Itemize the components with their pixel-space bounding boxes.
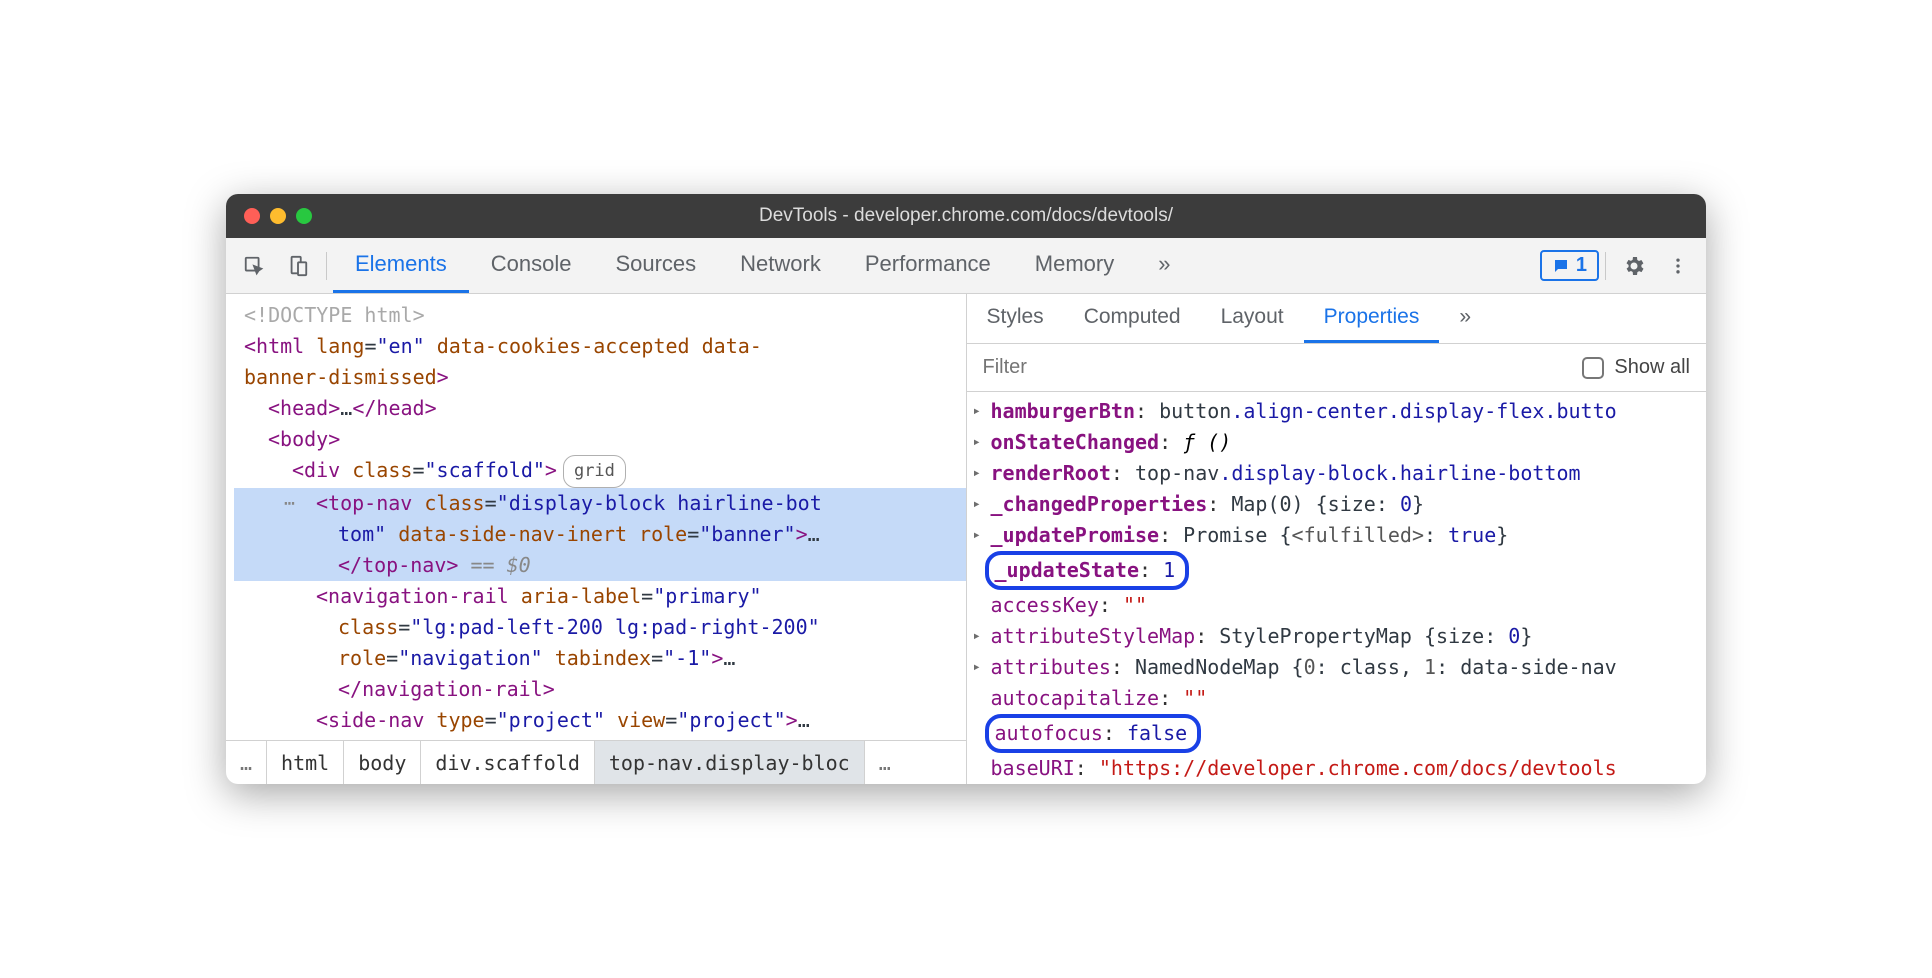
elements-panel: <!DOCTYPE html> <html lang="en" data-coo… <box>226 294 967 784</box>
prop-attributes[interactable]: attributes: NamedNodeMap {0: class, 1: d… <box>973 652 1707 683</box>
toolbar-divider <box>1605 252 1606 280</box>
prop-on-state-changed[interactable]: onStateChanged: ƒ () <box>973 427 1707 458</box>
tab-layout[interactable]: Layout <box>1201 294 1304 343</box>
toolbar-divider <box>326 252 327 280</box>
tab-elements[interactable]: Elements <box>333 238 469 293</box>
tab-performance[interactable]: Performance <box>843 238 1013 293</box>
prop-changed-properties[interactable]: _changedProperties: Map(0) {size: 0} <box>973 489 1707 520</box>
breadcrumb-body[interactable]: body <box>343 741 420 784</box>
inspect-element-icon[interactable] <box>232 255 276 277</box>
body-node[interactable]: <body> <box>234 424 966 455</box>
prop-base-uri[interactable]: baseURI: "https://developer.chrome.com/d… <box>973 753 1707 784</box>
prop-update-state[interactable]: _updateState: 1 <box>973 551 1707 590</box>
issues-badge[interactable]: 1 <box>1540 250 1599 281</box>
main-tabs: Elements Console Sources Network Perform… <box>333 238 1193 293</box>
div-scaffold-node[interactable]: <div class="scaffold">grid <box>234 455 966 488</box>
main-panels: <!DOCTYPE html> <html lang="en" data-coo… <box>226 294 1706 784</box>
main-toolbar: Elements Console Sources Network Perform… <box>226 238 1706 294</box>
tabs-overflow-icon[interactable]: » <box>1136 238 1192 293</box>
ellipsis-icon[interactable]: ⋯ <box>284 488 296 519</box>
prop-hamburger-btn[interactable]: hamburgerBtn: button.align-center.displa… <box>973 396 1707 427</box>
filter-bar: Show all <box>967 344 1707 392</box>
breadcrumb-div-scaffold[interactable]: div.scaffold <box>420 741 594 784</box>
show-all-label: Show all <box>1614 356 1690 379</box>
prop-attribute-style-map[interactable]: attributeStyleMap: StylePropertyMap {siz… <box>973 621 1707 652</box>
sidebar-panel: Styles Computed Layout Properties » Show… <box>967 294 1707 784</box>
html-open-tag[interactable]: <html lang="en" data-cookies-accepted da… <box>234 331 966 393</box>
more-menu-icon[interactable] <box>1656 256 1700 276</box>
top-nav-node[interactable]: ⋯<top-nav class="display-block hairline-… <box>234 488 966 581</box>
tab-styles[interactable]: Styles <box>967 294 1064 343</box>
properties-list[interactable]: hamburgerBtn: button.align-center.displa… <box>967 392 1707 784</box>
grid-badge[interactable]: grid <box>563 455 626 488</box>
breadcrumb-bar: … html body div.scaffold top-nav.display… <box>226 740 966 784</box>
dom-tree[interactable]: <!DOCTYPE html> <html lang="en" data-coo… <box>226 294 966 740</box>
titlebar: DevTools - developer.chrome.com/docs/dev… <box>226 194 1706 238</box>
doctype-node[interactable]: <!DOCTYPE html> <box>234 300 966 331</box>
window-title: DevTools - developer.chrome.com/docs/dev… <box>226 205 1706 227</box>
navigation-rail-node[interactable]: <navigation-rail aria-label="primary" cl… <box>234 581 966 705</box>
tab-sources[interactable]: Sources <box>593 238 718 293</box>
settings-gear-icon[interactable] <box>1612 254 1656 278</box>
devtools-window: DevTools - developer.chrome.com/docs/dev… <box>226 194 1706 784</box>
breadcrumb-overflow-right[interactable]: … <box>864 741 905 784</box>
filter-input[interactable] <box>983 356 1569 379</box>
issue-icon <box>1552 257 1570 275</box>
tab-properties[interactable]: Properties <box>1304 294 1440 343</box>
prop-autocapitalize[interactable]: autocapitalize: "" <box>973 683 1707 714</box>
breadcrumb-top-nav[interactable]: top-nav.display-bloc <box>594 741 864 784</box>
show-all-toggle[interactable]: Show all <box>1582 356 1690 379</box>
sidebar-tabs: Styles Computed Layout Properties » <box>967 294 1707 344</box>
issues-count: 1 <box>1576 254 1587 277</box>
breadcrumb-html[interactable]: html <box>266 741 343 784</box>
head-node[interactable]: <head>…</head> <box>234 393 966 424</box>
prop-autofocus[interactable]: autofocus: false <box>973 714 1707 753</box>
prop-render-root[interactable]: renderRoot: top-nav.display-block.hairli… <box>973 458 1707 489</box>
prop-access-key[interactable]: accessKey: "" <box>973 590 1707 621</box>
prop-update-promise[interactable]: _updatePromise: Promise {<fulfilled>: tr… <box>973 520 1707 551</box>
side-nav-node[interactable]: <side-nav type="project" view="project">… <box>234 705 966 736</box>
tab-computed[interactable]: Computed <box>1064 294 1201 343</box>
breadcrumb-overflow-left[interactable]: … <box>226 741 266 784</box>
tab-network[interactable]: Network <box>718 238 843 293</box>
show-all-checkbox[interactable] <box>1582 357 1604 379</box>
tab-console[interactable]: Console <box>469 238 594 293</box>
tab-memory[interactable]: Memory <box>1013 238 1136 293</box>
sidebar-tabs-overflow-icon[interactable]: » <box>1439 294 1491 343</box>
device-toolbar-icon[interactable] <box>276 255 320 277</box>
eq-dollar-zero: == $0 <box>458 553 530 577</box>
